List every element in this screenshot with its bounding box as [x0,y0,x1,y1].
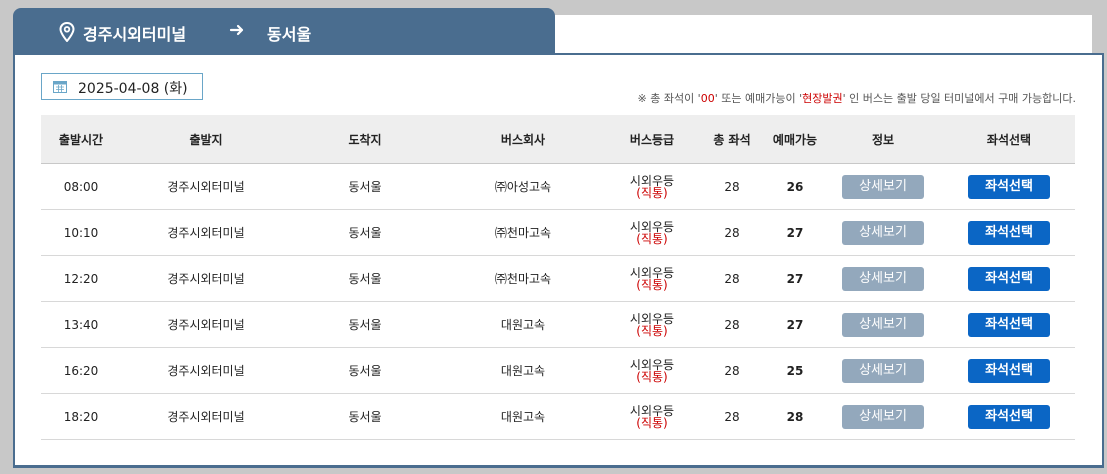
arrow-right-icon [229,24,244,36]
destination: 동서울 [291,255,439,302]
available-seats: 26 [767,163,823,210]
departure-time: 16:20 [41,347,121,394]
col-bus-grade: 버스등급 [607,115,697,164]
table-row: 18:20 경주시외터미널 동서울 대원고속 시외우등 (직통) 28 28 상세… [41,393,1075,440]
seat-select-button[interactable]: 좌석선택 [968,358,1050,383]
available-seats: 28 [767,393,823,440]
date-picker[interactable]: 2025-04-08 (화) [41,73,203,100]
bus-company: 대원고속 [439,347,607,394]
col-info: 정보 [823,115,943,164]
purchase-notice: ※ 총 좌석이 '00' 또는 예매가능이 '현장발권' 인 버스는 출발 당일… [637,92,1077,105]
route-destination: 동서울 [267,25,312,44]
destination: 동서울 [291,393,439,440]
origin: 경주시외터미널 [121,301,291,348]
seat-select-button[interactable]: 좌석선택 [968,174,1050,199]
destination: 동서울 [291,163,439,210]
bus-grade: 시외우등 (직통) [607,163,697,210]
table-row: 12:20 경주시외터미널 동서울 ㈜천마고속 시외우등 (직통) 28 27 상… [41,255,1075,302]
departure-time: 13:40 [41,301,121,348]
col-destination: 도착지 [291,115,439,164]
detail-button[interactable]: 상세보기 [842,174,924,199]
bus-company: ㈜천마고속 [439,255,607,302]
bus-company: 대원고속 [439,301,607,348]
total-seats: 28 [697,163,767,210]
bus-grade: 시외우등 (직통) [607,393,697,440]
origin: 경주시외터미널 [121,163,291,210]
seat-select-button[interactable]: 좌석선택 [968,312,1050,337]
table-row: 16:20 경주시외터미널 동서울 대원고속 시외우등 (직통) 28 25 상세… [41,347,1075,394]
calendar-icon [53,81,67,93]
departure-time: 12:20 [41,255,121,302]
total-seats: 28 [697,393,767,440]
table-row: 10:10 경주시외터미널 동서울 ㈜천마고속 시외우등 (직통) 28 27 상… [41,209,1075,256]
seat-select-button[interactable]: 좌석선택 [968,404,1050,429]
col-origin: 출발지 [121,115,291,164]
destination: 동서울 [291,301,439,348]
bus-grade: 시외우등 (직통) [607,347,697,394]
bus-schedule-table: 출발시간 출발지 도착지 버스회사 버스등급 총 좌석 예매가능 정보 좌석선택… [41,115,1075,440]
bus-grade: 시외우등 (직통) [607,209,697,256]
map-pin-icon [59,22,75,42]
detail-button[interactable]: 상세보기 [842,312,924,337]
available-seats: 27 [767,255,823,302]
departure-time: 18:20 [41,393,121,440]
col-bus-company: 버스회사 [439,115,607,164]
available-seats: 25 [767,347,823,394]
table-row: 08:00 경주시외터미널 동서울 ㈜아성고속 시외우등 (직통) 28 26 상… [41,163,1075,210]
destination: 동서울 [291,347,439,394]
origin: 경주시외터미널 [121,255,291,302]
seat-select-button[interactable]: 좌석선택 [968,266,1050,291]
detail-button[interactable]: 상세보기 [842,220,924,245]
departure-time: 10:10 [41,209,121,256]
destination: 동서울 [291,209,439,256]
origin: 경주시외터미널 [121,209,291,256]
bus-company: 대원고속 [439,393,607,440]
total-seats: 28 [697,255,767,302]
bus-company: ㈜천마고속 [439,209,607,256]
total-seats: 28 [697,209,767,256]
col-available: 예매가능 [767,115,823,164]
origin: 경주시외터미널 [121,347,291,394]
available-seats: 27 [767,301,823,348]
table-row: 13:40 경주시외터미널 동서울 대원고속 시외우등 (직통) 28 27 상세… [41,301,1075,348]
col-departure-time: 출발시간 [41,115,121,164]
detail-button[interactable]: 상세보기 [842,358,924,383]
total-seats: 28 [697,347,767,394]
schedule-panel: 2025-04-08 (화) ※ 총 좌석이 '00' 또는 예매가능이 '현장… [13,53,1104,468]
available-seats: 27 [767,209,823,256]
seat-select-button[interactable]: 좌석선택 [968,220,1050,245]
route-tab: 경주시외터미널 동서울 [13,8,555,56]
total-seats: 28 [697,301,767,348]
table-header: 출발시간 출발지 도착지 버스회사 버스등급 총 좌석 예매가능 정보 좌석선택 [41,115,1075,164]
bus-company: ㈜아성고속 [439,163,607,210]
col-seat-select: 좌석선택 [943,115,1075,164]
selected-date: 2025-04-08 (화) [78,81,188,97]
bus-grade: 시외우등 (직통) [607,255,697,302]
col-total-seats: 총 좌석 [697,115,767,164]
origin: 경주시외터미널 [121,393,291,440]
bus-grade: 시외우등 (직통) [607,301,697,348]
panel-top-area [555,15,1092,53]
departure-time: 08:00 [41,163,121,210]
route-origin: 경주시외터미널 [83,25,187,44]
detail-button[interactable]: 상세보기 [842,266,924,291]
detail-button[interactable]: 상세보기 [842,404,924,429]
